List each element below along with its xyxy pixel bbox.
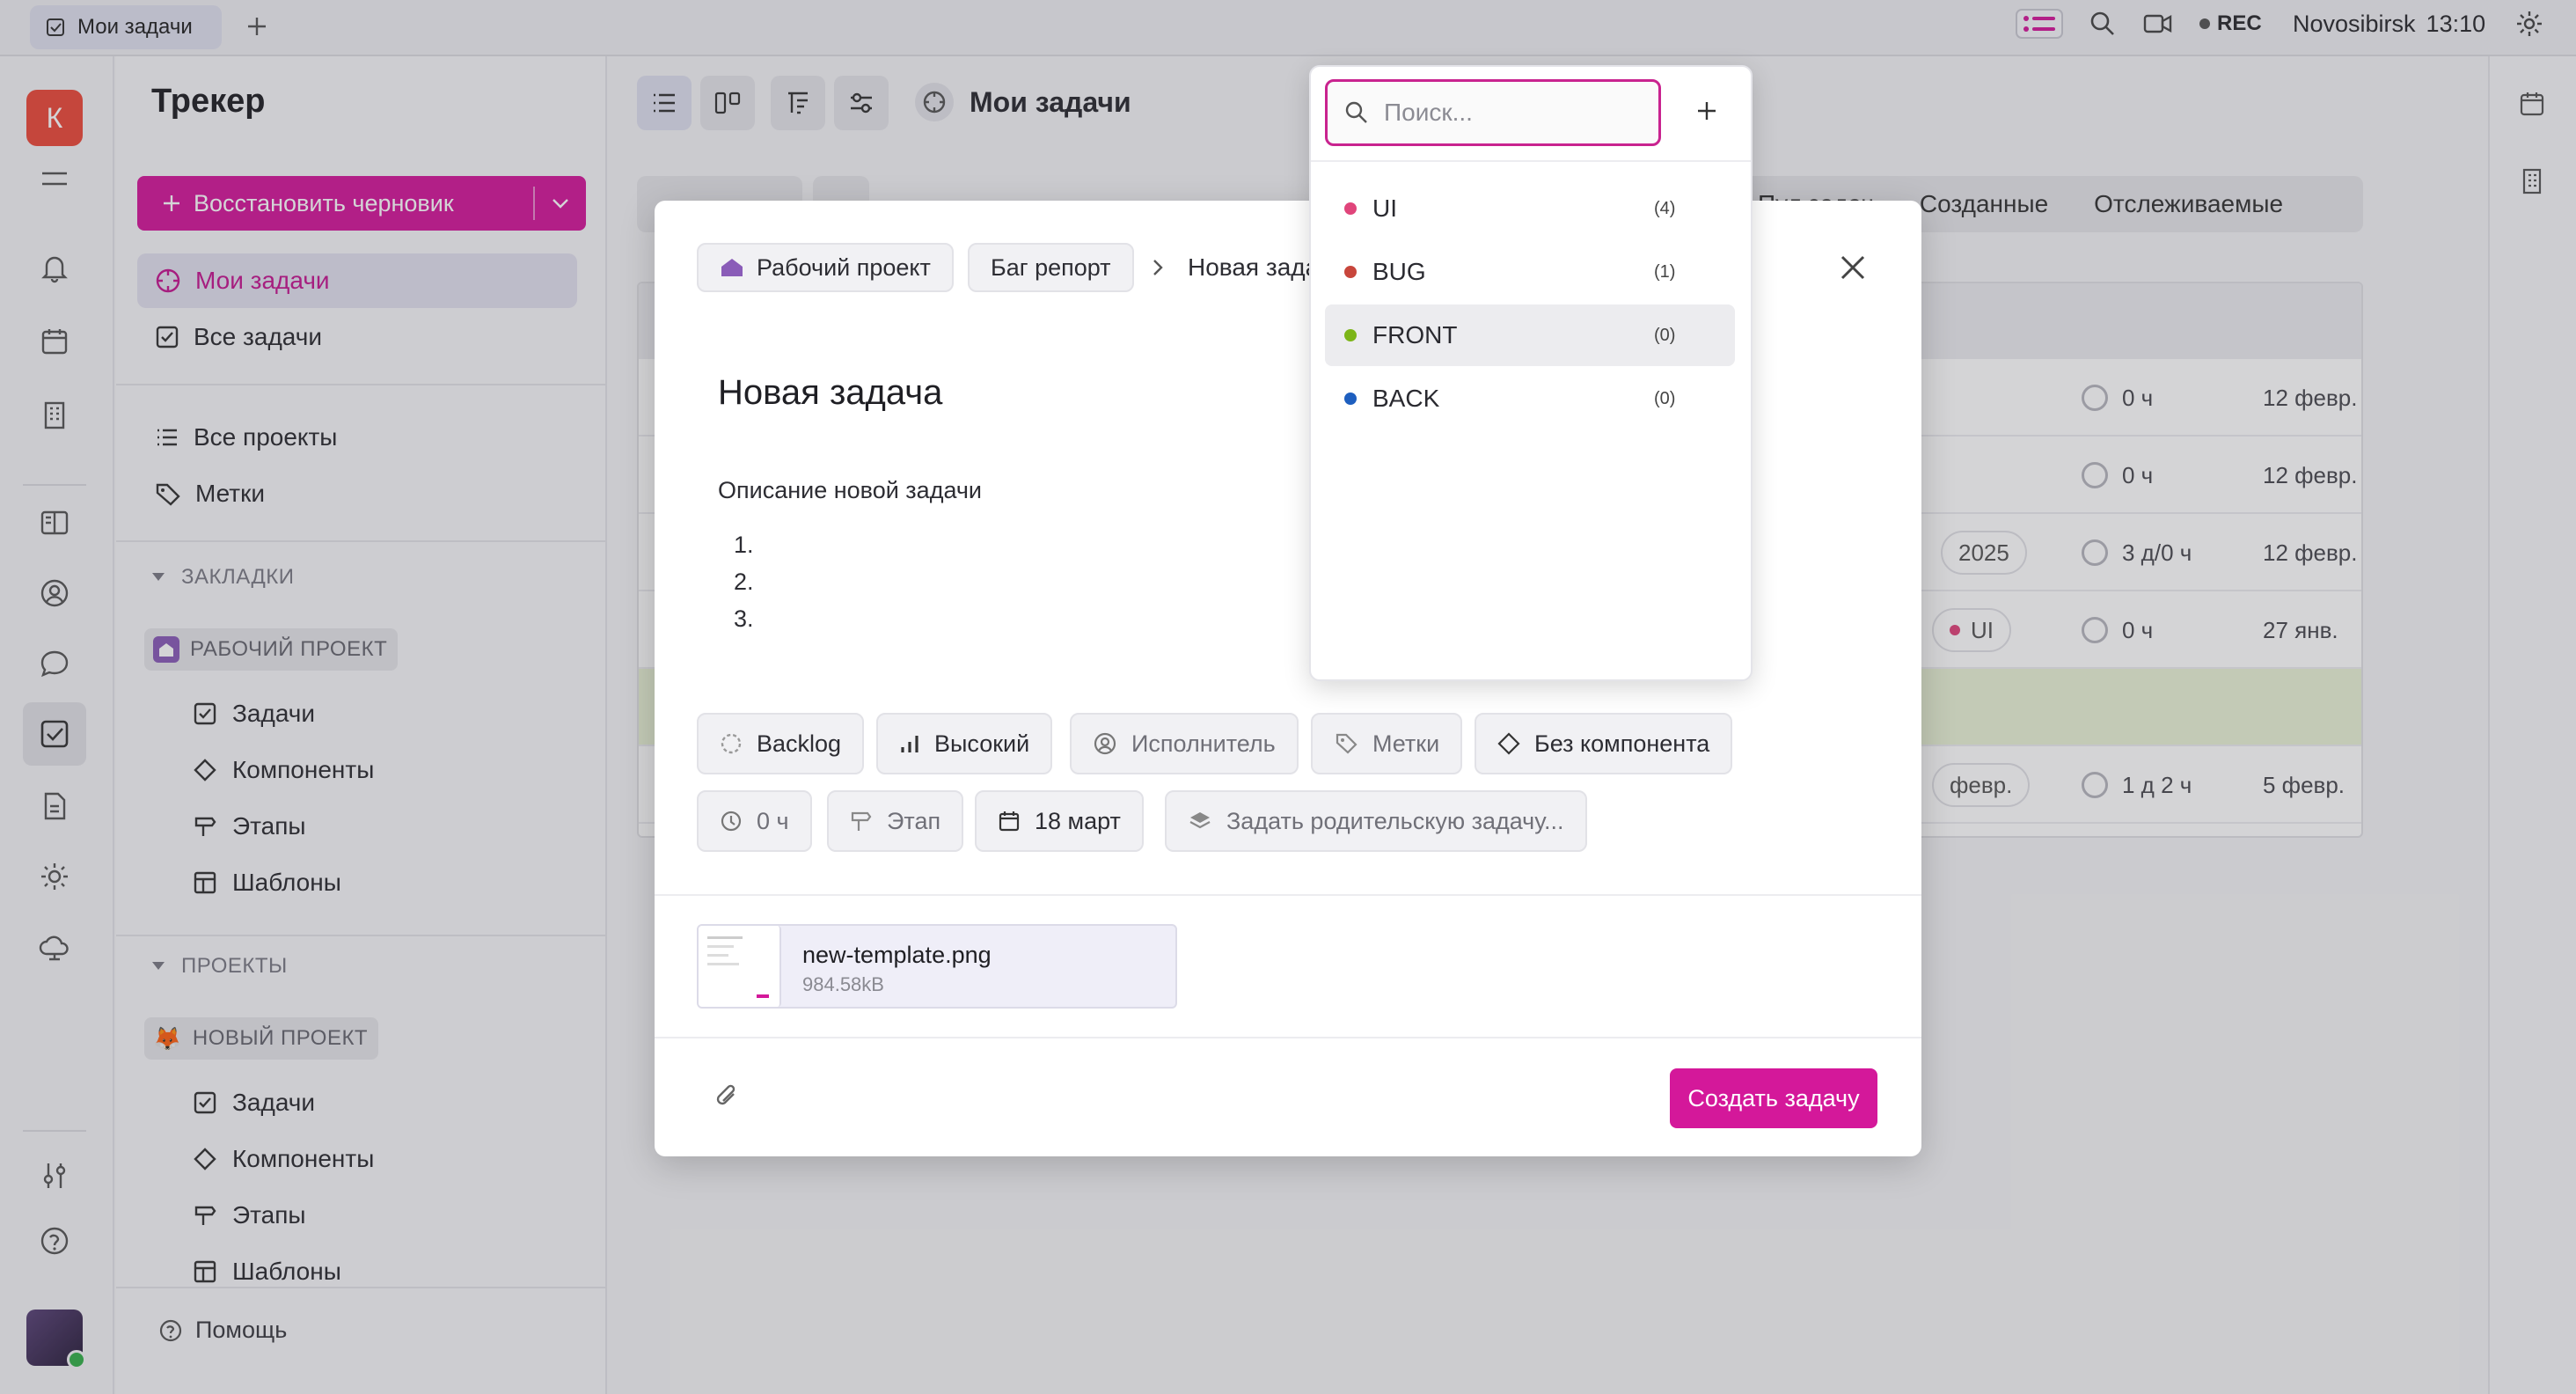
estimate-input[interactable]: 0 ч [697, 790, 812, 852]
close-icon[interactable] [1833, 248, 1872, 287]
label-option-count: (4) [1654, 198, 1676, 218]
label-option-name: FRONT [1372, 321, 1458, 348]
label-option-count: (0) [1654, 388, 1676, 408]
status-select[interactable]: Backlog [697, 713, 865, 774]
labels-search-placeholder: Поиск... [1384, 99, 1473, 126]
label-option-name: BUG [1372, 258, 1426, 285]
label-option-front[interactable]: FRONT (0) [1325, 304, 1735, 366]
add-label-button[interactable] [1687, 92, 1726, 130]
attachment-size: 984.58kB [802, 973, 884, 995]
label-option-name: BACK [1372, 385, 1440, 412]
list-item: 2. [734, 569, 754, 595]
labels-select[interactable]: Метки [1311, 713, 1463, 774]
component-select[interactable]: Без компонента [1475, 713, 1733, 774]
attachment-card[interactable]: new-template.png 984.58kB [697, 924, 1177, 1009]
assignee-label: Исполнитель [1131, 730, 1276, 757]
diamond-icon [1497, 732, 1520, 755]
layers-icon [1189, 812, 1211, 829]
parent-task-label: Задать родительскую задачу... [1226, 807, 1564, 834]
tag-icon [1336, 733, 1358, 754]
plus-icon [1698, 102, 1716, 120]
priority-label: Высокий [934, 730, 1030, 757]
labels-label: Метки [1372, 730, 1440, 757]
breadcrumb-type[interactable]: Баг репорт [968, 243, 1134, 292]
list-item: 1. [734, 532, 754, 558]
breadcrumb-type-label: Баг репорт [991, 253, 1111, 281]
label-option-count: (1) [1654, 261, 1676, 282]
due-date-label: 18 март [1035, 807, 1121, 834]
estimate-label: 0 ч [757, 807, 789, 834]
breadcrumb-project[interactable]: Рабочий проект [697, 243, 954, 292]
labels-dropdown: Поиск... UI (4) BUG (1) FRONT (0) BACK (… [1309, 65, 1753, 681]
attachment-thumbnail [699, 926, 781, 1007]
labels-search-input[interactable]: Поиск... [1325, 79, 1661, 146]
label-option-bug[interactable]: BUG (1) [1325, 241, 1735, 303]
label-option-name: UI [1372, 194, 1397, 222]
attachment-name: new-template.png [802, 942, 992, 968]
search-icon [1345, 101, 1367, 123]
parent-task-select[interactable]: Задать родительскую задачу... [1165, 790, 1587, 852]
backlog-icon [721, 733, 742, 754]
list-item: 3. [734, 605, 754, 632]
stage-select[interactable]: Этап [827, 790, 964, 852]
paperclip-icon[interactable] [713, 1081, 741, 1112]
chevron-right-icon [1149, 257, 1167, 278]
assignee-select[interactable]: Исполнитель [1070, 713, 1299, 774]
label-color-dot [1344, 329, 1357, 341]
label-option-ui[interactable]: UI (4) [1325, 178, 1735, 239]
task-title-input[interactable]: Новая задача [718, 373, 942, 413]
breadcrumb-project-label: Рабочий проект [757, 253, 931, 281]
due-date-select[interactable]: 18 март [975, 790, 1144, 852]
calendar-icon [999, 811, 1020, 832]
task-description[interactable]: Описание новой задачи [718, 477, 982, 504]
priority-select[interactable]: Высокий [876, 713, 1053, 774]
bar-chart-icon [901, 736, 918, 752]
stage-label: Этап [887, 807, 941, 834]
breadcrumb-current: Новая зада [1188, 253, 1320, 281]
label-color-dot [1344, 202, 1357, 215]
create-task-button[interactable]: Создать задачу [1670, 1068, 1877, 1128]
user-circle-icon [1094, 732, 1116, 755]
label-color-dot [1344, 266, 1357, 278]
clock-icon [721, 811, 742, 832]
task-description-list[interactable]: 1. 2. 3. [734, 526, 754, 637]
component-label: Без компонента [1534, 730, 1710, 757]
signpost-icon [851, 811, 872, 831]
label-option-back[interactable]: BACK (0) [1325, 368, 1735, 429]
status-label: Backlog [757, 730, 842, 757]
house-icon [721, 259, 743, 276]
label-color-dot [1344, 393, 1357, 405]
label-option-count: (0) [1654, 325, 1676, 345]
